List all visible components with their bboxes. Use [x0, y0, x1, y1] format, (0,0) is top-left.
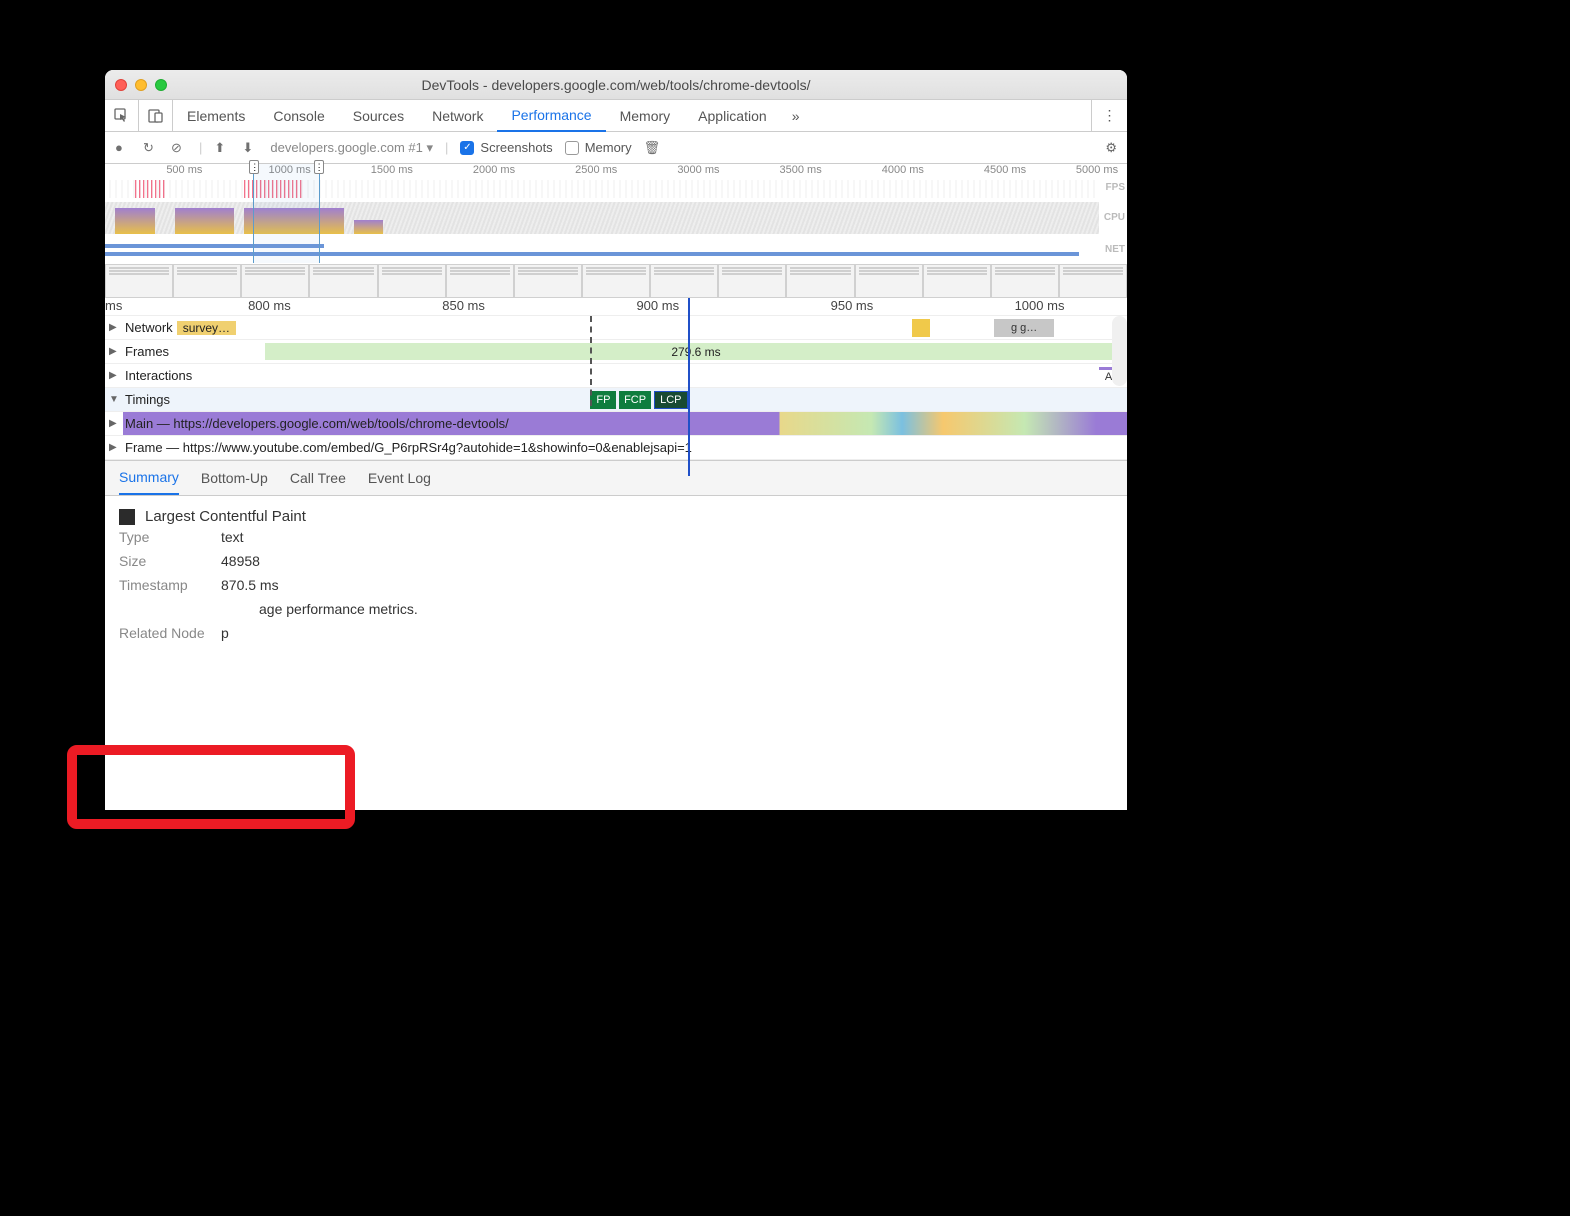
timing-lcp[interactable]: LCP — [654, 391, 688, 409]
track-frame[interactable]: ▶ Frame — https://www.youtube.com/embed/… — [105, 436, 1127, 460]
network-bar-gg[interactable]: g g… — [994, 319, 1054, 337]
gear-icon[interactable]: ⚙ — [1105, 140, 1117, 156]
device-toggle-icon[interactable] — [139, 100, 173, 131]
upload-icon[interactable]: ⬆ — [214, 140, 230, 156]
collapse-icon[interactable]: ▼ — [109, 394, 119, 405]
summary-panel: Largest Contentful Paint Typetext Size48… — [105, 496, 1127, 657]
recording-selector[interactable]: developers.google.com #1 ▾ — [270, 140, 433, 156]
tab-memory[interactable]: Memory — [606, 100, 685, 131]
selection-handle-right[interactable]: ⋮ — [314, 160, 324, 174]
perf-toolbar: ● ↻ ⊘ | ⬆ ⬇ developers.google.com #1 ▾ |… — [105, 132, 1127, 164]
inspect-icon[interactable] — [105, 100, 139, 131]
expand-icon[interactable]: ▶ — [109, 418, 119, 429]
frame-bar[interactable]: 279.6 ms — [265, 343, 1127, 360]
summary-size-value: 48958 — [221, 553, 260, 569]
checkbox-off-icon — [565, 141, 579, 155]
titlebar: DevTools - developers.google.com/web/too… — [105, 70, 1127, 100]
tab-elements[interactable]: Elements — [173, 100, 259, 131]
net-label: NET — [1105, 244, 1125, 255]
details-tabs: Summary Bottom-Up Call Tree Event Log — [105, 460, 1127, 496]
minimize-icon[interactable] — [135, 79, 147, 91]
tab-sources[interactable]: Sources — [339, 100, 418, 131]
timing-fcp[interactable]: FCP — [619, 391, 651, 409]
window-controls — [115, 79, 167, 91]
checkbox-on-icon: ✓ — [460, 141, 474, 155]
more-tabs-icon[interactable]: » — [781, 108, 811, 124]
tab-summary[interactable]: Summary — [119, 461, 179, 495]
expand-icon[interactable]: ▶ — [109, 346, 119, 357]
timing-fp[interactable]: FP — [590, 391, 616, 409]
tab-network[interactable]: Network — [418, 100, 497, 131]
trash-icon[interactable]: 🗑 — [644, 140, 660, 156]
download-icon[interactable]: ⬇ — [242, 140, 258, 156]
panel-tabs: Elements Console Sources Network Perform… — [105, 100, 1127, 132]
track-timings[interactable]: ▼ Timings FP FCP LCP — [105, 388, 1127, 412]
tab-performance[interactable]: Performance — [497, 101, 605, 132]
network-request-chip[interactable]: survey… — [177, 321, 236, 335]
record-icon[interactable]: ● — [115, 140, 131, 155]
hover-marker-line — [590, 316, 592, 406]
track-network[interactable]: ▶ Network survey… g g… — [105, 316, 1127, 340]
scrollbar-thumb[interactable] — [1112, 316, 1127, 386]
track-main[interactable]: ▶ Main — https://developers.google.com/w… — [105, 412, 1127, 436]
filmstrip — [105, 264, 1127, 298]
expand-icon[interactable]: ▶ — [109, 442, 119, 453]
tab-event-log[interactable]: Event Log — [368, 470, 431, 486]
color-chip — [119, 509, 135, 525]
screenshots-checkbox[interactable]: ✓ Screenshots — [460, 140, 552, 155]
flame-chart[interactable]: ms 800 ms 850 ms 900 ms 950 ms 1000 ms ▶… — [105, 298, 1127, 460]
close-icon[interactable] — [115, 79, 127, 91]
summary-timestamp-value: 870.5 ms — [221, 577, 279, 593]
related-node-link[interactable]: p — [221, 625, 229, 641]
memory-checkbox[interactable]: Memory — [565, 140, 632, 155]
tab-call-tree[interactable]: Call Tree — [290, 470, 346, 486]
overview-selection[interactable]: ⋮ ⋮ — [253, 164, 319, 263]
cpu-label: CPU — [1104, 212, 1125, 223]
clear-icon[interactable]: ⊘ — [171, 140, 187, 156]
selection-handle-left[interactable]: ⋮ — [249, 160, 259, 174]
summary-type-value: text — [221, 529, 244, 545]
annotation-red-box — [67, 745, 355, 829]
playhead-line[interactable] — [688, 298, 690, 476]
overview-timeline[interactable]: 500 ms 1000 ms 1500 ms 2000 ms 2500 ms 3… — [105, 164, 1127, 298]
tab-console[interactable]: Console — [259, 100, 338, 131]
menu-kebab-icon[interactable]: ⋮ — [1091, 100, 1127, 131]
reload-icon[interactable]: ↻ — [143, 140, 159, 156]
expand-icon[interactable]: ▶ — [109, 322, 119, 333]
tab-application[interactable]: Application — [684, 100, 781, 131]
tab-bottom-up[interactable]: Bottom-Up — [201, 470, 268, 486]
maximize-icon[interactable] — [155, 79, 167, 91]
track-interactions[interactable]: ▶ Interactions A… — [105, 364, 1127, 388]
summary-description: age performance metrics. — [259, 601, 418, 617]
window-title: DevTools - developers.google.com/web/too… — [105, 77, 1127, 93]
devtools-window: DevTools - developers.google.com/web/too… — [105, 70, 1127, 810]
fps-label: FPS — [1106, 182, 1125, 193]
network-bar[interactable] — [912, 319, 930, 337]
summary-title: Largest Contentful Paint — [119, 508, 1113, 525]
expand-icon[interactable]: ▶ — [109, 370, 119, 381]
flame-ruler: ms 800 ms 850 ms 900 ms 950 ms 1000 ms — [105, 298, 1127, 316]
track-frames[interactable]: ▶ Frames 279.6 ms — [105, 340, 1127, 364]
